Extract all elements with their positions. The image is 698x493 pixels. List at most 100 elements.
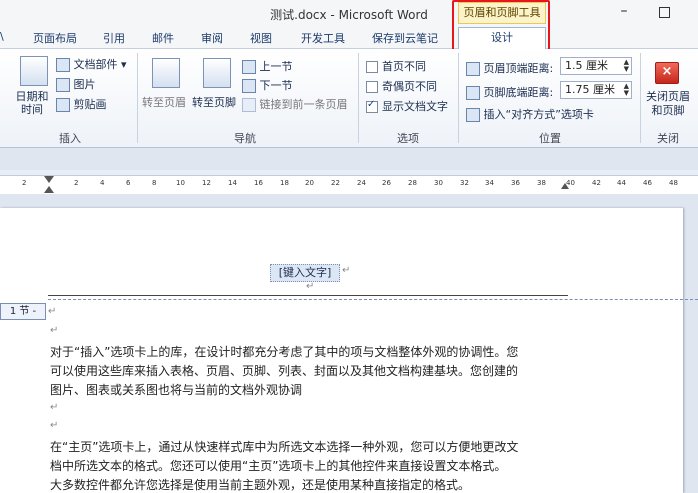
ruler-area	[0, 148, 698, 170]
ruler-tick: 24	[357, 179, 366, 187]
tab-view[interactable]: 视图	[250, 30, 272, 46]
ruler-tick: 28	[408, 179, 417, 187]
previous-section-label: 上一节	[259, 60, 293, 73]
right-indent-marker[interactable]	[561, 183, 569, 189]
footer-distance-label: 页脚底端距离:	[466, 84, 553, 100]
ruler-tick: 46	[643, 179, 652, 187]
body-text-line[interactable]: 对于“插入”选项卡上的库，在设计时都充分考虑了其中的项与文档整体外观的协调性。您	[50, 343, 518, 360]
ruler-tick: 30	[434, 179, 443, 187]
close-header-footer-button[interactable]: 关闭页眉 和页脚	[642, 90, 694, 118]
paragraph-mark: ↵	[50, 420, 59, 431]
tab-partial[interactable]: \	[0, 30, 4, 43]
document-parts-button[interactable]: 文档部件 ▾	[56, 56, 127, 72]
ruler-tick: 2	[22, 179, 27, 187]
group-separator	[458, 53, 459, 143]
paragraph-mark: ↵	[306, 281, 315, 292]
header-boundary-line	[48, 299, 698, 300]
odd-even-different-checkbox[interactable]: 奇偶页不同	[366, 78, 437, 94]
paragraph-mark: ↵	[50, 325, 59, 336]
body-text-line[interactable]: 大多数控件都允许您选择是使用当前主题外观，还是使用某种直接指定的格式。	[50, 476, 470, 493]
show-document-text-checkbox[interactable]: 显示文档文字	[366, 98, 448, 114]
insert-alignment-tab-button[interactable]: 插入“对齐方式”选项卡	[466, 106, 594, 122]
tab-developer[interactable]: 开发工具	[301, 30, 345, 46]
group-separator	[640, 53, 641, 143]
spin-arrows-icon[interactable]: ▲ ▼	[624, 59, 629, 73]
insert-alignment-label: 插入“对齐方式”选项卡	[483, 108, 594, 121]
paragraph-mark: ↵	[342, 265, 351, 276]
previous-section-icon	[242, 60, 256, 74]
footer-distance-text: 页脚底端距离:	[483, 86, 554, 99]
clipart-icon	[56, 98, 70, 112]
section-tag: 1 节 -	[0, 303, 46, 320]
header-distance-icon	[466, 62, 480, 76]
ruler-tick: 26	[382, 179, 391, 187]
ruler-tick: 12	[202, 179, 211, 187]
group-separator	[137, 53, 138, 143]
date-time-button[interactable]: 日期和 时间	[12, 90, 52, 116]
ruler-tick: 14	[228, 179, 237, 187]
picture-label: 图片	[73, 78, 96, 91]
clipart-label: 剪贴画	[73, 98, 107, 111]
group-separator	[358, 53, 359, 143]
goto-footer-icon	[203, 58, 231, 88]
goto-header-button[interactable]: 转至页眉	[142, 94, 186, 110]
ruler-tick: 6	[126, 179, 131, 187]
tab-references[interactable]: 引用	[103, 30, 125, 46]
clipart-button[interactable]: 剪贴画	[56, 96, 107, 112]
paragraph-mark: ↵	[50, 402, 59, 413]
next-section-icon	[242, 79, 256, 93]
navigation-group-label: 导航	[234, 132, 256, 145]
header-distance-spinner[interactable]: 1.5 厘米 ▲ ▼	[560, 57, 632, 75]
first-page-different-checkbox[interactable]: 首页不同	[366, 58, 426, 74]
paragraph-mark: ↵	[48, 306, 57, 317]
footer-distance-spinner[interactable]: 1.75 厘米 ▲ ▼	[560, 81, 632, 99]
body-text-line[interactable]: 可以使用这些库来插入表格、页眉、页脚、列表、封面以及其他文档构建基块。您创建的	[50, 362, 518, 379]
document-parts-label: 文档部件 ▾	[73, 58, 127, 71]
body-text-line[interactable]: 图片、图表或关系图也将与当前的文档外观协调	[50, 381, 302, 398]
checkbox-box-checked	[366, 99, 378, 113]
window-title: 测试.docx - Microsoft Word	[270, 8, 428, 22]
spin-arrows-icon[interactable]: ▲ ▼	[624, 83, 629, 97]
header-placeholder-field[interactable]: [键入文字]	[270, 264, 340, 282]
header-distance-label: 页眉顶端距离:	[466, 60, 553, 76]
ruler-tick: 20	[305, 179, 314, 187]
next-section-button[interactable]: 下一节	[242, 77, 293, 93]
document-parts-icon	[56, 58, 70, 72]
ruler-tick: 18	[280, 179, 289, 187]
ruler-tick: 16	[254, 179, 263, 187]
tab-mailings[interactable]: 邮件	[152, 30, 174, 46]
goto-header-icon	[152, 58, 180, 88]
picture-button[interactable]: 图片	[56, 76, 96, 92]
maximize-button[interactable]	[652, 3, 676, 21]
tab-page-layout[interactable]: 页面布局	[33, 30, 77, 46]
options-group-label: 选项	[397, 132, 419, 145]
ruler-tick: 22	[331, 179, 340, 187]
odd-even-label: 奇偶页不同	[382, 80, 437, 93]
picture-icon	[56, 78, 70, 92]
highlight-annotation	[452, 0, 550, 52]
body-text-line[interactable]: 档中所选文本的格式。您还可以使用“主页”选项卡上的其他控件来直接设置文本格式。	[50, 457, 506, 474]
ruler-tick: 2	[74, 179, 79, 187]
first-line-indent-marker[interactable]	[44, 176, 54, 183]
tab-save-to-cloud[interactable]: 保存到云笔记	[372, 30, 438, 46]
header-distance-value: 1.5 厘米	[565, 59, 608, 72]
position-group-label: 位置	[539, 132, 561, 145]
ruler-tick: 32	[460, 179, 469, 187]
close-header-footer-icon[interactable]: ×	[655, 62, 679, 84]
date-time-icon	[20, 56, 48, 86]
link-to-previous-label: 链接到前一条页眉	[259, 98, 348, 111]
next-section-label: 下一节	[259, 79, 293, 92]
previous-section-button[interactable]: 上一节	[242, 58, 293, 74]
ruler-tick: 4	[100, 179, 105, 187]
tab-review[interactable]: 审阅	[201, 30, 223, 46]
minimize-button[interactable]: –	[612, 3, 636, 21]
hanging-indent-marker[interactable]	[44, 186, 54, 193]
ruler-tick: 34	[485, 179, 494, 187]
ruler-tick: 42	[592, 179, 601, 187]
goto-footer-button[interactable]: 转至页脚	[192, 94, 236, 110]
link-to-previous-button[interactable]: 链接到前一条页眉	[242, 96, 348, 112]
ruler-tick: 38	[537, 179, 546, 187]
header-distance-text: 页眉顶端距离:	[483, 62, 554, 75]
footer-distance-icon	[466, 86, 480, 100]
body-text-line[interactable]: 在“主页”选项卡上，通过从快速样式库中为所选文本选择一种外观，您可以方便地更改文	[50, 438, 518, 455]
